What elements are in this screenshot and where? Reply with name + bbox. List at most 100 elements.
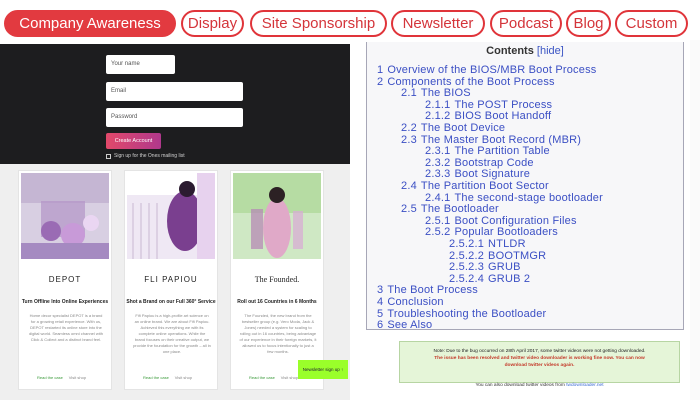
toc-item[interactable]: 5 Troubleshooting the Bootloader (377, 308, 546, 320)
card-image (233, 173, 321, 259)
download-note-text: You can also download twitter videos fro… (475, 383, 565, 388)
toc-item[interactable]: 2.1 The BIOS (401, 87, 471, 99)
visit-shop-link[interactable]: Visit shop (69, 375, 86, 380)
toc-item-number: 2.5 (401, 203, 417, 216)
toc-item[interactable]: 2.3.2 Bootstrap Code (425, 157, 534, 169)
toc-item-number: 2.1.2 (425, 110, 451, 123)
card-subtitle: Shot a Brand on our Full 360° Service (126, 299, 216, 305)
toc-item[interactable]: 2.5.2.3 GRUB (449, 261, 521, 273)
toc-item-number: 2.3 (401, 133, 417, 146)
nav-custom[interactable]: Custom (615, 10, 688, 37)
toc-item[interactable]: 1 Overview of the BIOS/MBR Boot Process (377, 64, 596, 76)
toc-item-text: Boot Configuration Files (454, 214, 577, 227)
toc-item-text: Conclusion (387, 296, 444, 308)
toc-item-text: The POST Process (454, 98, 553, 111)
toc-item-text: The Partition Boot Sector (420, 180, 549, 192)
card-title: FLI PAPIOU (144, 275, 198, 284)
card-links: Read the case Visit shop (37, 375, 97, 380)
toc-item-text: See Also (387, 319, 433, 332)
toc-item-number: 6 (377, 319, 384, 332)
create-account-button[interactable]: Create Account (106, 133, 161, 149)
toc-item[interactable]: 6 See Also (377, 319, 432, 331)
toc-item-text: NTLDR (488, 238, 526, 250)
card-title: DEPOT (48, 275, 82, 284)
nav-site-sponsorship[interactable]: Site Sponsorship (250, 10, 387, 37)
notice-line-2: The issue has been resolved and twitter … (434, 356, 645, 361)
card-title: The Founded. (254, 275, 300, 284)
toc-item-number: 2.4 (401, 180, 417, 192)
table-of-contents: Contents [hide] 1 Overview of the BIOS/MB… (366, 42, 684, 331)
toc-title: Contents [hide] (367, 45, 683, 57)
toc-item-text: Bootstrap Code (454, 156, 534, 169)
toc-item-text: The Partition Table (454, 145, 550, 158)
toc-item-number: 2 (377, 75, 384, 88)
toc-item-text: Overview of the BIOS/MBR Boot Process (387, 64, 597, 76)
case-card-the-founded[interactable]: The Founded. Roll out 16 Countries in 6 … (230, 170, 324, 390)
toc-item[interactable]: 2.5.2.2 BOOTMGR (449, 250, 546, 262)
page-edge (690, 40, 700, 400)
notice-line-1: Note: Due to the bug occurred on 28th Ap… (433, 349, 646, 354)
toc-item-number: 2.5.2 (425, 226, 451, 239)
card-image (21, 173, 109, 259)
case-card-depot[interactable]: DEPOT Turn Offline Into Online Experienc… (18, 170, 112, 390)
toc-item[interactable]: 2.4.1 The second-stage bootloader (425, 192, 603, 204)
toc-item-text: The BIOS (420, 87, 471, 100)
read-case-link[interactable]: Read the case (37, 375, 63, 380)
nav-newsletter[interactable]: Newsletter (391, 10, 485, 37)
toc-item[interactable]: 2 Components of the Boot Process (377, 76, 555, 88)
download-note: You can also download twitter videos fro… (399, 383, 680, 388)
name-input[interactable]: Your name (106, 55, 175, 74)
nav-company-awareness[interactable]: Company Awareness (4, 10, 176, 37)
card-subtitle: Roll out 16 Countries in 6 Months (237, 299, 317, 305)
toc-item[interactable]: 2.5 The Bootloader (401, 203, 499, 215)
toc-item[interactable]: 2.3.3 Boot Signature (425, 168, 530, 180)
toc-item[interactable]: 2.5.2 Popular Bootloaders (425, 226, 558, 238)
case-card-fli-papiou[interactable]: FLI PAPIOU Shot a Brand on our Full 360°… (124, 170, 218, 390)
toc-item[interactable]: 2.2 The Boot Device (401, 122, 505, 134)
visit-shop-link[interactable]: Visit shop (281, 375, 298, 380)
newsletter-signup-button[interactable]: Newsletter sign up ↑ (298, 360, 348, 379)
password-input[interactable]: Password (106, 108, 243, 127)
toc-item-number: 3 (377, 284, 384, 297)
read-case-link[interactable]: Read the case (249, 375, 275, 380)
nav-display[interactable]: Display (181, 10, 244, 37)
toc-item[interactable]: 2.3 The Master Boot Record (MBR) (401, 134, 581, 146)
toc-item[interactable]: 3 The Boot Process (377, 284, 478, 296)
toc-item-number: 4 (377, 296, 384, 308)
toc-item-text: Boot Signature (454, 168, 531, 181)
toc-hide-link[interactable]: [hide] (537, 45, 564, 57)
toc-item[interactable]: 2.1.2 BIOS Boot Handoff (425, 110, 551, 122)
toc-item[interactable]: 2.3.1 The Partition Table (425, 145, 550, 157)
toc-item-number: 1 (377, 64, 384, 76)
toc-item[interactable]: 2.5.2.1 NTLDR (449, 238, 526, 250)
toc-item-number: 2.1.1 (425, 98, 451, 111)
toc-item-text: The second-stage bootloader (454, 191, 603, 204)
nav-blog[interactable]: Blog (566, 10, 611, 37)
toc-item-number: 2.5.2.1 (449, 238, 485, 250)
screenshot-root: Company Awareness Display Site Sponsorsh… (0, 0, 700, 400)
read-case-link[interactable]: Read the case (143, 375, 169, 380)
visit-shop-link[interactable]: Visit shop (175, 375, 192, 380)
toc-item-number: 2.2 (401, 122, 417, 134)
email-input[interactable]: Email (106, 82, 243, 101)
toc-item-text: The Boot Process (387, 284, 478, 297)
card-subtitle: Turn Offline Into Online Experiences (21, 299, 109, 305)
nav-podcast[interactable]: Podcast (490, 10, 562, 37)
toc-item-number: 2.5.2.3 (449, 261, 485, 274)
toc-item-number: 2.3.2 (425, 156, 451, 169)
toc-item-number: 2.5.2.4 (449, 272, 485, 285)
toc-item[interactable]: 2.1.1 The POST Process (425, 99, 552, 111)
signup-section (0, 44, 350, 164)
toc-item-text: BIOS Boot Handoff (454, 110, 552, 123)
checkbox-icon[interactable] (106, 153, 111, 159)
toc-heading: Contents (486, 45, 534, 57)
card-description: The Founded, the new brand from the best… (239, 313, 317, 354)
toc-item[interactable]: 2.5.2.4 GRUB 2 (449, 273, 530, 285)
newsletter-checkbox[interactable]: Sign up for the Ones mailing list (106, 153, 185, 159)
toc-item-number: 2.3.3 (425, 168, 451, 181)
download-link[interactable]: twdownloader.net (566, 383, 603, 388)
toc-item[interactable]: 2.5.1 Boot Configuration Files (425, 215, 577, 227)
toc-item-number: 2.5.2.2 (449, 249, 485, 262)
toc-item[interactable]: 2.4 The Partition Boot Sector (401, 180, 549, 192)
toc-item[interactable]: 4 Conclusion (377, 296, 444, 308)
